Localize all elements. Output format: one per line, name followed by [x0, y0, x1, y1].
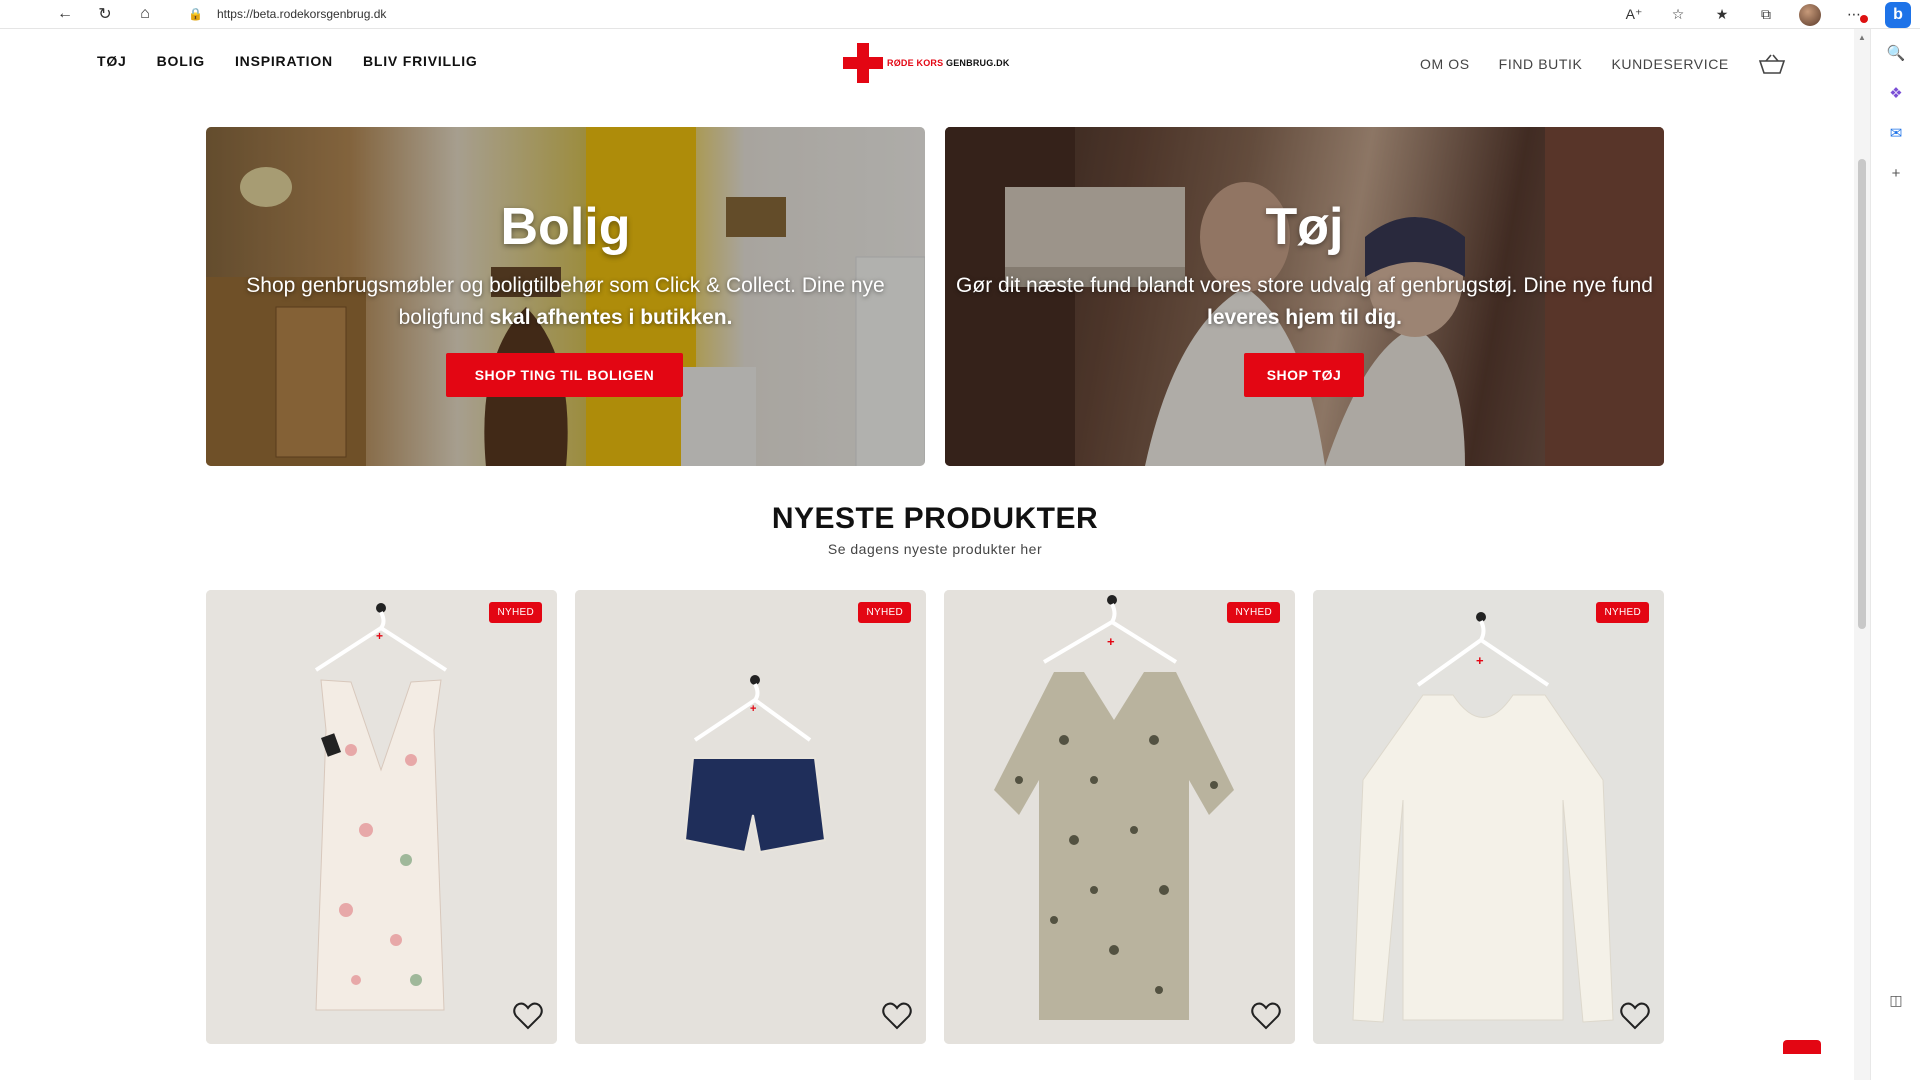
lock-icon[interactable]: 🔒 [188, 7, 203, 21]
nav-item-toj[interactable]: TØJ [97, 53, 127, 69]
new-badge: NYHED [489, 602, 542, 623]
svg-text:+: + [1107, 634, 1115, 649]
copilot-icon[interactable]: ❖ [1871, 73, 1920, 113]
basket-icon[interactable] [1758, 53, 1786, 75]
new-badge: NYHED [858, 602, 911, 623]
shop-bolig-button[interactable]: SHOP TING TIL BOLIGEN [446, 353, 683, 397]
favorite-heart-icon[interactable] [882, 1002, 912, 1030]
white-longsleeve-image: + [1313, 590, 1664, 1044]
nav-item-kundeservice[interactable]: KUNDESERVICE [1611, 56, 1728, 72]
back-icon[interactable]: ← [50, 0, 80, 29]
scroll-up-icon[interactable]: ▲ [1854, 29, 1870, 45]
svg-text:+: + [750, 703, 756, 715]
product-card[interactable]: + NYHED [1313, 590, 1664, 1044]
favorite-heart-icon[interactable] [1251, 1002, 1281, 1030]
hero-toj-text: Gør dit næste fund blandt vores store ud… [956, 274, 1653, 329]
nav-item-inspiration[interactable]: INSPIRATION [235, 53, 333, 69]
favorite-heart-icon[interactable] [513, 1002, 543, 1030]
logo-text-black: GENBRUG.DK [946, 58, 1010, 68]
refresh-icon[interactable]: ↻ [90, 0, 120, 29]
more-icon[interactable]: ⋯ [1832, 0, 1876, 29]
section-subtitle: Se dagens nyeste produkter her [827, 541, 1043, 557]
favorite-heart-icon[interactable] [1620, 1002, 1650, 1030]
logo-text-red: RØDE KORS [887, 58, 944, 68]
nav-item-om-os[interactable]: OM OS [1420, 56, 1470, 72]
site-header: TØJ BOLIG INSPIRATION BLIV FRIVILLIG RØD… [0, 29, 1854, 109]
hero-bolig-text: Shop genbrugsmøbler og boligtilbehør som… [246, 274, 885, 329]
favorites-bar-icon[interactable]: ★ [1700, 0, 1744, 29]
url-text[interactable]: https://beta.rodekorsgenbrug.dk [217, 7, 386, 21]
svg-text:+: + [1476, 653, 1484, 668]
section-title: NYESTE PRODUKTER [771, 502, 1099, 535]
address-bar[interactable]: 🔒 https://beta.rodekorsgenbrug.dk [178, 2, 1638, 26]
hero-bolig-title: Bolig [500, 198, 631, 256]
edge-sidebar: 🔍 ❖ ✉ + ◫ [1870, 29, 1920, 1080]
navy-shorts-image: + [575, 590, 926, 1044]
home-icon[interactable]: ⌂ [130, 0, 160, 29]
hero-bolig[interactable]: Bolig Shop genbrugsmøbler og boligtilbeh… [206, 127, 925, 466]
chat-widget-button[interactable] [1783, 1040, 1821, 1054]
profile-avatar[interactable] [1788, 0, 1832, 29]
read-aloud-icon[interactable]: A⁺ [1612, 0, 1656, 29]
product-card[interactable]: + NYHED [206, 590, 557, 1044]
hero-toj-title: Tøj [1265, 198, 1344, 256]
nav-item-find-butik[interactable]: FIND BUTIK [1499, 56, 1583, 72]
product-card[interactable]: + NYHED [575, 590, 926, 1044]
scroll-thumb[interactable] [1858, 159, 1866, 629]
collections-icon[interactable]: ⧉ [1744, 0, 1788, 29]
floral-dress-image: + [206, 590, 557, 1044]
favorite-icon[interactable]: ☆ [1656, 0, 1700, 29]
new-badge: NYHED [1227, 602, 1280, 623]
svg-text:+: + [376, 629, 383, 643]
red-cross-icon [843, 43, 883, 83]
add-icon[interactable]: + [1871, 153, 1920, 193]
hero-toj[interactable]: Tøj Gør dit næste fund blandt vores stor… [945, 127, 1664, 466]
browser-toolbar: ← ↻ ⌂ 🔒 https://beta.rodekorsgenbrug.dk … [0, 0, 1920, 29]
main-nav: TØJ BOLIG INSPIRATION BLIV FRIVILLIG [97, 53, 478, 69]
product-card[interactable]: + NYHED [944, 590, 1295, 1044]
search-icon[interactable]: 🔍 [1871, 33, 1920, 73]
new-badge: NYHED [1596, 602, 1649, 623]
nav-item-bolig[interactable]: BOLIG [157, 53, 205, 69]
utility-nav: OM OS FIND BUTIK KUNDESERVICE [1420, 53, 1786, 75]
patterned-blouse-image: + [944, 590, 1295, 1044]
nav-item-bliv-frivillig[interactable]: BLIV FRIVILLIG [363, 53, 478, 69]
site-logo[interactable]: RØDE KORS GENBRUG.DK [843, 43, 1010, 83]
sidebar-toggle-icon[interactable]: ◫ [1871, 980, 1920, 1020]
outlook-icon[interactable]: ✉ [1871, 113, 1920, 153]
bing-icon[interactable]: b [1876, 0, 1920, 29]
shop-toj-button[interactable]: SHOP TØJ [1244, 353, 1364, 397]
